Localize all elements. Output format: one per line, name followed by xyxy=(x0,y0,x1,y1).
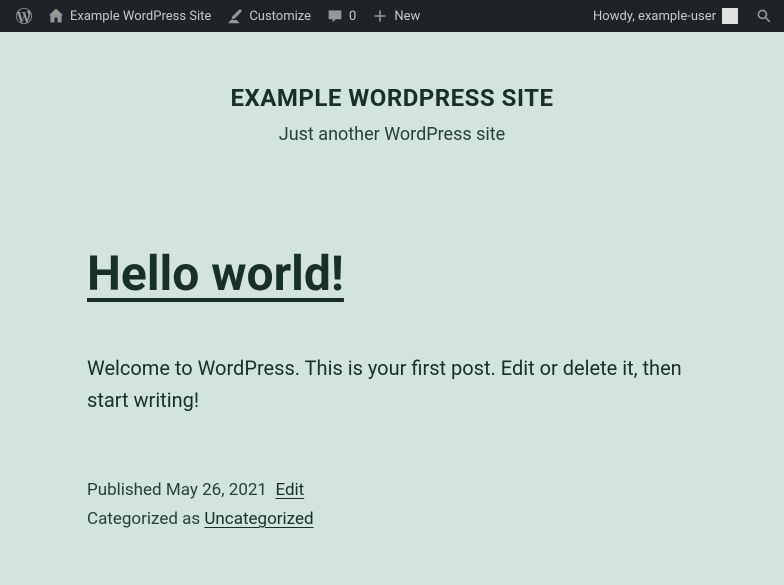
wordpress-logo-icon xyxy=(16,8,32,24)
post-excerpt: Welcome to WordPress. This is your first… xyxy=(87,352,697,416)
edit-post-link[interactable]: Edit xyxy=(275,480,304,500)
site-name-menu[interactable]: Example WordPress Site xyxy=(40,0,219,32)
paintbrush-icon xyxy=(227,8,243,24)
post-title: Hello world! xyxy=(87,245,697,302)
site-name-label: Example WordPress Site xyxy=(70,9,211,24)
site-title[interactable]: EXAMPLE WORDPRESS SITE xyxy=(0,84,784,112)
search-menu[interactable] xyxy=(746,0,776,32)
customize-label: Customize xyxy=(249,9,311,24)
admin-bar-left: Example WordPress Site Customize 0 New xyxy=(8,0,428,32)
post-published-line: Published May 26, 2021 Edit xyxy=(87,476,697,505)
site-tagline: Just another WordPress site xyxy=(0,124,784,145)
account-menu[interactable]: Howdy, example-user xyxy=(585,0,746,32)
comment-icon xyxy=(327,8,343,24)
category-link[interactable]: Uncategorized xyxy=(204,509,313,529)
new-content-menu[interactable]: New xyxy=(364,0,428,32)
comments-menu[interactable]: 0 xyxy=(319,0,364,32)
wp-admin-bar: Example WordPress Site Customize 0 New H… xyxy=(0,0,784,32)
post-meta: Published May 26, 2021 Edit Categorized … xyxy=(87,476,697,534)
admin-bar-right: Howdy, example-user xyxy=(585,0,776,32)
post-category-line: Categorized as Uncategorized xyxy=(87,505,697,534)
categorized-label: Categorized as xyxy=(87,509,204,529)
comments-count: 0 xyxy=(349,9,356,24)
post-title-link[interactable]: Hello world! xyxy=(87,245,344,302)
plus-icon xyxy=(372,8,388,24)
avatar xyxy=(722,8,738,24)
search-icon xyxy=(756,8,772,24)
site-header: EXAMPLE WORDPRESS SITE Just another Word… xyxy=(0,32,784,185)
wp-logo-menu[interactable] xyxy=(8,0,40,32)
howdy-label: Howdy, example-user xyxy=(593,9,716,24)
main-content: Hello world! Welcome to WordPress. This … xyxy=(87,185,697,534)
published-date: May 26, 2021 xyxy=(166,480,267,500)
published-label: Published xyxy=(87,480,166,500)
customize-menu[interactable]: Customize xyxy=(219,0,319,32)
home-icon xyxy=(48,8,64,24)
new-label: New xyxy=(394,9,420,24)
